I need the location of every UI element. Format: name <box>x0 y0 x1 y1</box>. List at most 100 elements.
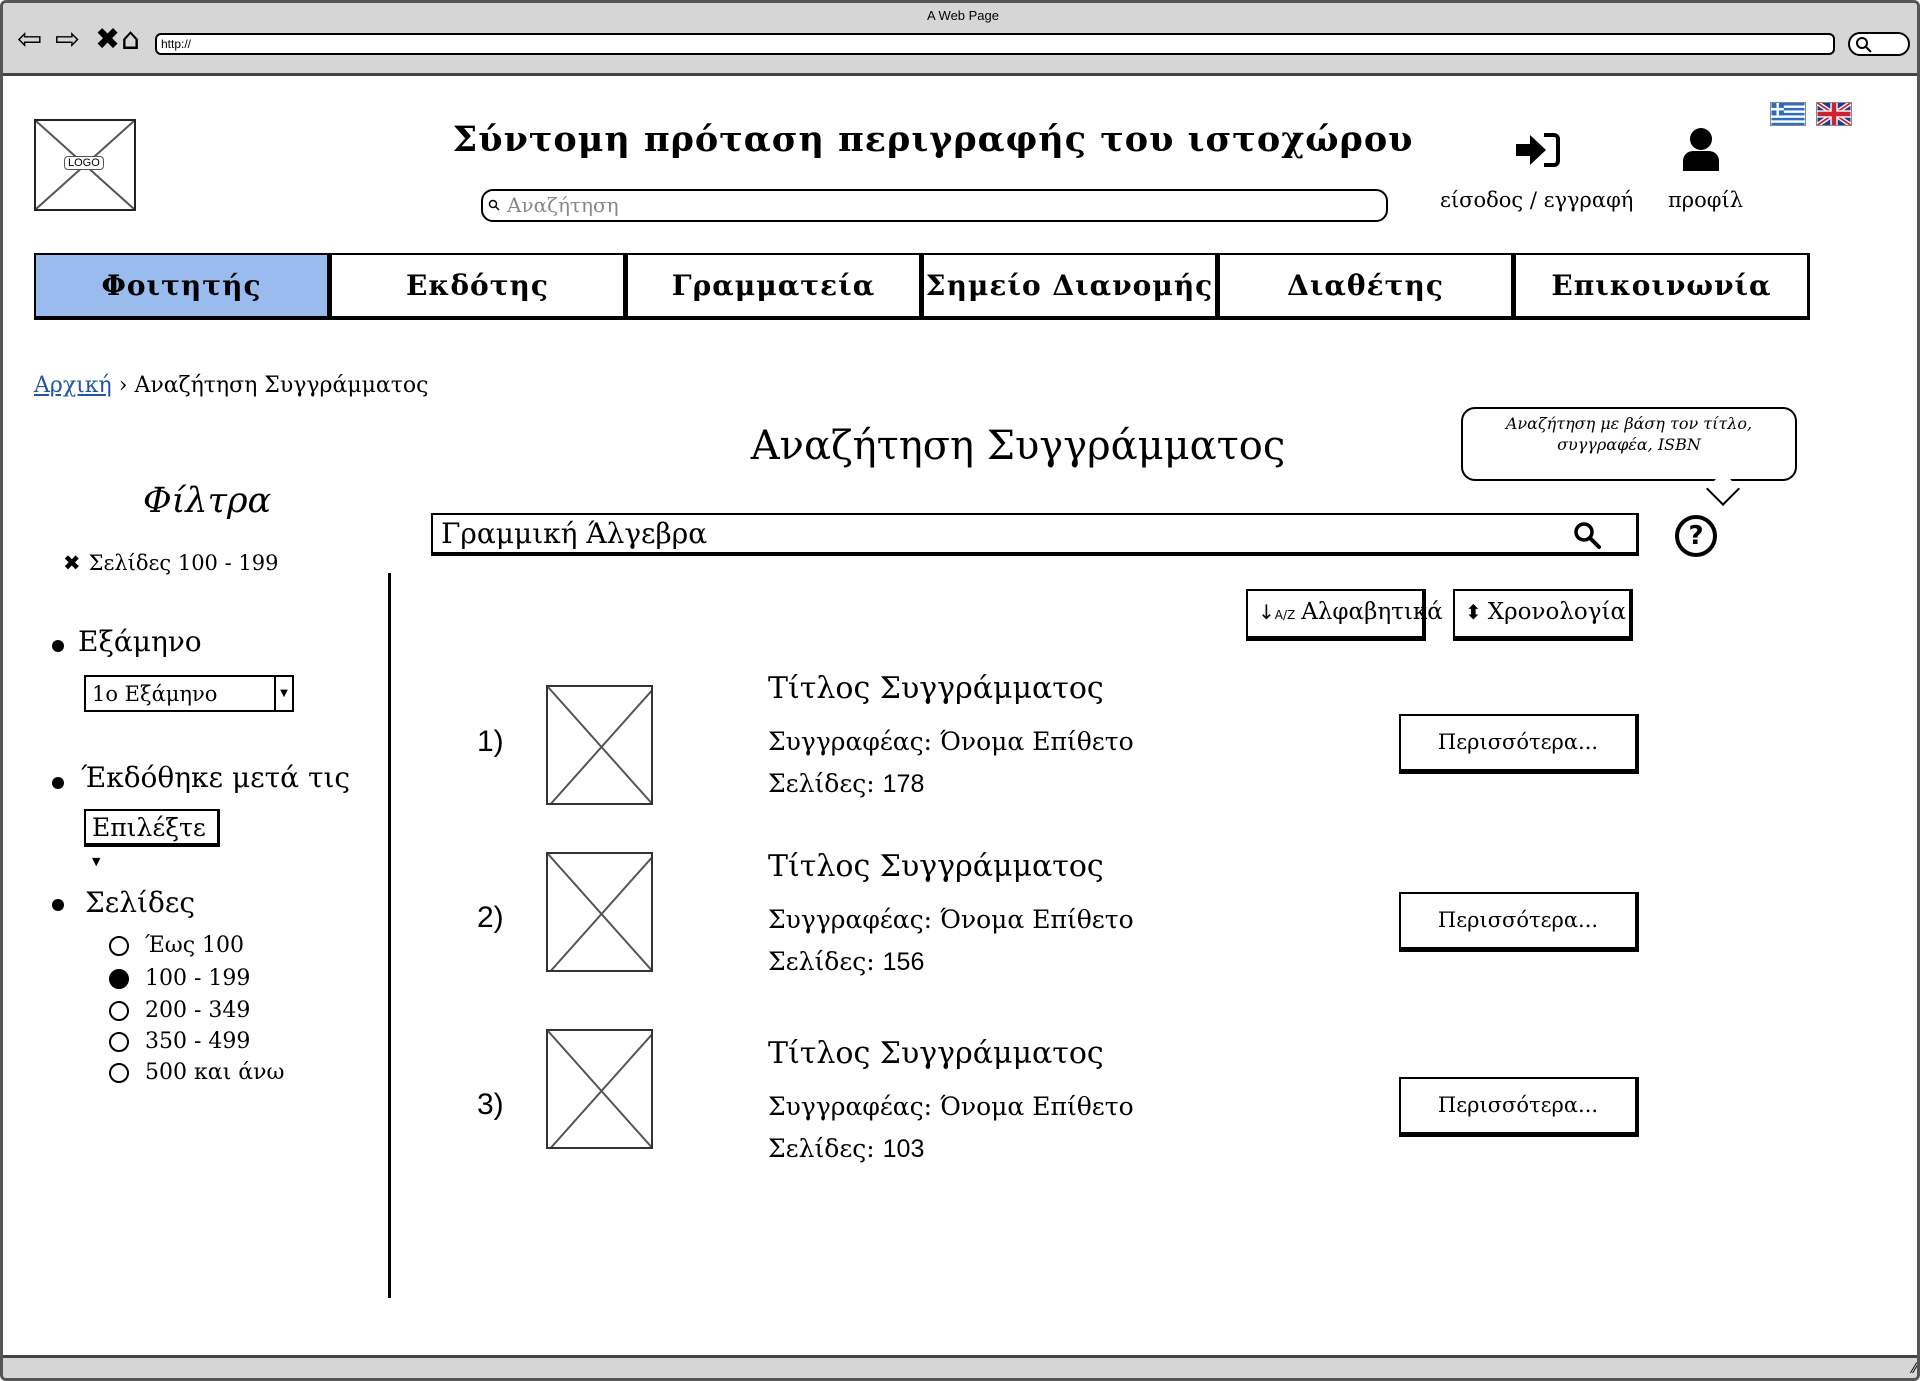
search-icon[interactable] <box>1573 521 1601 549</box>
radio-label: 100 - 199 <box>145 966 251 991</box>
result-pages-label: Σελίδες: <box>768 1134 875 1163</box>
sort-chronological-button[interactable]: ⬍ Χρονολογία <box>1453 589 1633 641</box>
published-after-label: Έκδόθηκε μετά τις <box>81 761 351 794</box>
site-description: Σύντομη πρόταση περιγραφής του ιστοχώρου <box>452 119 1414 160</box>
search-help-tooltip: Αναζήτηση με βάση τον τίτλο, συγγραφέα, … <box>1461 407 1797 481</box>
login-icon[interactable] <box>1516 131 1562 171</box>
close-icon[interactable]: ✖ <box>95 25 120 55</box>
radio-button[interactable] <box>109 1001 129 1021</box>
result-number: 1) <box>477 725 504 758</box>
home-icon[interactable]: ⌂ <box>121 25 140 55</box>
bullet-icon <box>52 777 64 789</box>
sort-alphabetical-button[interactable]: ↓A/Z Αλφαβητικά <box>1246 589 1443 641</box>
pages-filter-label: Σελίδες <box>85 886 196 919</box>
greek-flag-icon[interactable] <box>1770 102 1806 126</box>
book-search-input[interactable]: Γραμμική Άλγεβρα <box>431 513 1639 556</box>
resize-grip-icon[interactable]: ⁄⁄ <box>1912 1361 1917 1377</box>
result-pages-label: Σελίδες: <box>768 769 875 798</box>
result-title[interactable]: Τίτλος Συγγράμματος <box>768 849 1104 884</box>
chevron-down-icon[interactable]: ▼ <box>274 677 292 710</box>
menu-item-publisher[interactable]: Εκδότης <box>330 253 626 320</box>
semester-filter-label: Εξάμηνο <box>78 625 202 658</box>
bullet-icon <box>52 899 64 911</box>
pages-option-200-349[interactable]: 200 - 349 <box>109 998 250 1024</box>
url-bar[interactable]: http:// <box>155 33 1835 55</box>
pages-option-100-199[interactable]: 100 - 199 <box>109 966 250 992</box>
sort-alphabetical-label: Αλφαβητικά <box>1301 599 1443 625</box>
filters-title: Φίλτρα <box>143 481 272 521</box>
search-placeholder: Αναζήτηση <box>507 193 619 217</box>
more-button[interactable]: Περισσότερα... <box>1399 1077 1639 1137</box>
active-filter-label: Σελίδες 100 - 199 <box>88 551 279 575</box>
sort-chronological-label: Χρονολογία <box>1487 599 1627 625</box>
result-pages: Σελίδες: 103 <box>768 1134 924 1164</box>
result-pages-value: 103 <box>882 1135 925 1163</box>
result-title[interactable]: Τίτλος Συγγράμματος <box>768 1036 1104 1071</box>
semester-select[interactable]: 1ο Εξάμηνο ▼ <box>84 675 294 712</box>
browser-search-field[interactable] <box>1848 32 1910 56</box>
breadcrumb-separator: › <box>118 373 128 398</box>
bullet-icon <box>52 640 64 652</box>
breadcrumb-home-link[interactable]: Αρχική <box>34 373 112 398</box>
sort-updown-icon: ⬍ <box>1465 600 1482 624</box>
result-pages: Σελίδες: 178 <box>768 769 924 799</box>
menu-item-distribution-point[interactable]: Σημείο Διανομής <box>922 253 1218 320</box>
radio-label: 350 - 499 <box>145 1029 251 1054</box>
window-title: A Web Page <box>926 8 1000 23</box>
radio-button[interactable] <box>109 936 129 956</box>
semester-selected-value: 1ο Εξάμηνο <box>92 682 218 706</box>
search-icon <box>1856 37 1872 53</box>
header-search-input[interactable]: Αναζήτηση <box>481 189 1388 222</box>
pages-option-350-499[interactable]: 350 - 499 <box>109 1029 250 1055</box>
browser-toolbar: A Web Page ⇦ ⇨ ✖ ⌂ http:// <box>3 3 1917 76</box>
result-title[interactable]: Τίτλος Συγγράμματος <box>768 671 1104 706</box>
result-pages-value: 178 <box>882 770 925 798</box>
browser-window: A Web Page ⇦ ⇨ ✖ ⌂ http:// LOGO Σύντομη … <box>0 0 1920 1381</box>
profile-link[interactable]: προφίλ <box>1668 188 1743 212</box>
more-button[interactable]: Περισσότερα... <box>1399 714 1639 774</box>
result-pages-label: Σελίδες: <box>768 947 875 976</box>
login-register-link[interactable]: είσοδος / εγγραφή <box>1440 188 1633 212</box>
book-cover-placeholder-icon <box>546 852 653 972</box>
remove-filter-icon[interactable]: ✖ <box>63 551 81 575</box>
sidebar-divider <box>388 573 391 1298</box>
result-number: 3) <box>477 1088 504 1121</box>
logo[interactable]: LOGO <box>34 119 136 211</box>
menu-item-secretariat[interactable]: Γραμματεία <box>626 253 922 320</box>
menu-item-provider[interactable]: Διαθέτης <box>1218 253 1514 320</box>
page-title: Αναζήτηση Συγγράμματος <box>750 423 1286 469</box>
pages-option-up-to-100[interactable]: Έως 100 <box>109 933 244 959</box>
radio-button[interactable] <box>109 1063 129 1083</box>
pages-option-500-plus[interactable]: 500 και άνω <box>109 1060 284 1086</box>
published-after-dropdown[interactable]: Επιλέξτε ▼ <box>84 809 220 868</box>
sort-alpha-icon: ↓A/Z <box>1258 600 1296 624</box>
breadcrumb: Αρχική › Αναζήτηση Συγγράμματος <box>34 373 429 398</box>
result-pages-value: 156 <box>882 948 925 976</box>
radio-button[interactable] <box>109 1032 129 1052</box>
result-number: 2) <box>477 901 504 934</box>
logo-label: LOGO <box>64 156 104 170</box>
search-icon <box>488 199 500 215</box>
result-author: Συγγραφέας: Όνομα Επίθετο <box>768 905 1134 934</box>
active-filter: ✖ Σελίδες 100 - 199 <box>63 551 278 575</box>
published-after-button-label: Επιλέξτε <box>92 813 206 842</box>
result-pages: Σελίδες: 156 <box>768 947 924 977</box>
radio-label: Έως 100 <box>145 933 245 958</box>
radio-button-selected[interactable] <box>109 969 129 989</box>
radio-label: 200 - 349 <box>145 998 251 1023</box>
help-icon[interactable]: ? <box>1675 515 1717 557</box>
user-profile-icon[interactable] <box>1681 127 1721 173</box>
book-cover-placeholder-icon <box>546 685 653 805</box>
forward-arrow-icon[interactable]: ⇨ <box>55 25 80 55</box>
back-arrow-icon[interactable]: ⇦ <box>17 25 42 55</box>
uk-flag-icon[interactable] <box>1816 102 1852 126</box>
chevron-down-icon: ▼ <box>92 855 101 868</box>
menu-item-contact[interactable]: Επικοινωνία <box>1514 253 1810 320</box>
more-button[interactable]: Περισσότερα... <box>1399 892 1639 952</box>
radio-label: 500 και άνω <box>145 1060 285 1085</box>
main-menu: Φοιτητής Εκδότης Γραμματεία Σημείο Διανο… <box>34 253 1813 320</box>
book-cover-placeholder-icon <box>546 1029 653 1149</box>
menu-item-student[interactable]: Φοιτητής <box>34 253 330 320</box>
result-author: Συγγραφέας: Όνομα Επίθετο <box>768 727 1134 756</box>
breadcrumb-current: Αναζήτηση Συγγράμματος <box>134 373 429 398</box>
